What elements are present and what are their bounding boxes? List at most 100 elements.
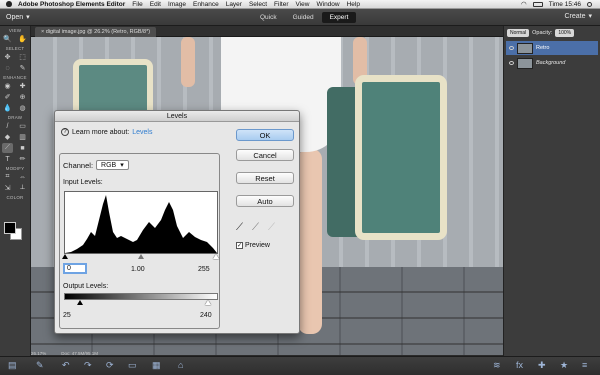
tool-options-icon[interactable]: ✎ [36,360,44,371]
recompose-tool-icon[interactable]: ⇔ [17,172,28,182]
cancel-button[interactable]: Cancel [236,149,294,161]
wifi-icon[interactable]: ◠ [521,0,527,8]
paint-bucket-tool-icon[interactable]: ◆ [2,132,13,142]
eye-icon[interactable] [509,46,514,50]
effects-icon[interactable]: fx [516,360,523,370]
gradient-tool-icon[interactable]: ▥ [17,132,28,142]
output-black-field[interactable]: 25 [63,312,71,319]
home-screen-icon[interactable]: ⌂ [178,360,183,370]
preview-option[interactable]: ✓ Preview [236,242,270,249]
input-white-slider[interactable] [213,254,219,259]
opacity-field[interactable]: 100% [555,29,575,37]
output-white-slider[interactable] [205,300,211,305]
layout-icon[interactable]: ▭ [128,360,137,371]
eyedropper-tool-icon[interactable]: ⟋ [2,143,13,153]
layer-row-background[interactable]: Background [506,56,598,70]
open-button[interactable]: Open ▾ [6,13,30,22]
preview-checkbox[interactable]: ✓ [236,242,243,249]
gray-eyedropper-icon[interactable]: ⟋ [252,222,259,233]
menu-window[interactable]: Window [316,1,339,8]
mac-menu-bar: Adobe Photoshop Elements Editor File Edi… [0,0,600,9]
tab-expert[interactable]: Expert [321,12,357,23]
apple-icon[interactable] [6,1,12,7]
output-black-slider[interactable] [77,300,83,305]
channel-row: Channel: RGB ▾ [63,160,129,170]
smart-brush-tool-icon[interactable]: ✐ [2,92,13,102]
white-eyedropper-icon[interactable]: ⟋ [268,222,275,233]
spot-healing-tool-icon[interactable]: ✚ [17,81,28,91]
menu-edit[interactable]: Edit [150,1,161,8]
menu-layer[interactable]: Layer [226,1,242,8]
sponge-tool-icon[interactable]: ◍ [17,103,28,113]
type-tool-icon[interactable]: T [2,154,13,164]
eye-icon[interactable] [509,61,514,65]
layer-thumbnail [517,42,533,54]
blur-tool-icon[interactable]: 💧 [2,103,13,113]
photo-bin-icon[interactable]: ▤ [8,360,17,371]
marquee-tool-icon[interactable]: ⬚ [17,52,28,62]
clone-stamp-tool-icon[interactable]: ⊕ [17,92,28,102]
document-tab-bar: × digital image.jpg @ 26.2% (Retro, RGB/… [31,26,503,37]
shape-tool-icon[interactable]: ■ [17,143,28,153]
input-gamma-slider[interactable] [138,254,144,259]
organizer-icon[interactable]: ▦ [152,360,161,371]
document-tab[interactable]: × digital image.jpg @ 26.2% (Retro, RGB/… [35,27,157,37]
input-black-field[interactable]: 0 [63,263,87,274]
histogram [64,191,218,254]
undo-icon[interactable]: ↶ [62,360,70,371]
input-black-slider[interactable] [62,254,68,259]
bottom-bar: ▤ ✎ ↶ ↷ ⟳ ▭ ▦ ⌂ ≋ fx ✚ ★ ≡ [0,356,600,375]
dialog-title[interactable]: Levels [55,111,299,122]
auto-button[interactable]: Auto [236,195,294,207]
layer-row-retro[interactable]: Retro [506,41,598,55]
learn-more-link[interactable]: Levels [132,129,152,136]
chevron-down-icon: ▾ [26,14,30,21]
spotlight-icon[interactable] [587,1,592,7]
menu-view[interactable]: View [296,1,310,8]
learn-more-text: Learn more about: [72,128,130,136]
brush-tool-icon[interactable]: / [2,121,13,131]
help-icon: ? [61,128,69,136]
crop-tool-icon[interactable]: ⌗ [2,172,13,182]
graphics-icon[interactable]: ✚ [538,360,546,371]
menu-select[interactable]: Select [249,1,267,8]
content-aware-move-tool-icon[interactable]: ⇲ [2,183,13,193]
zoom-tool-icon[interactable]: 🔍 [2,34,13,44]
more-icon[interactable]: ≡ [582,360,587,370]
menu-enhance[interactable]: Enhance [193,1,219,8]
reset-button[interactable]: Reset [236,172,294,184]
output-white-field[interactable]: 240 [200,312,212,319]
menu-file[interactable]: File [132,1,142,8]
straighten-tool-icon[interactable]: ⟂ [17,183,28,193]
pencil-tool-icon[interactable]: ✏ [17,154,28,164]
menu-image[interactable]: Image [168,1,186,8]
app-name-menu[interactable]: Adobe Photoshop Elements Editor [18,1,125,8]
black-eyedropper-icon[interactable]: ⟋ [236,222,243,233]
lasso-tool-icon[interactable]: ◌ [2,63,13,73]
move-tool-icon[interactable]: ✥ [2,52,13,62]
input-sliders [62,254,219,260]
quick-select-tool-icon[interactable]: ✎ [17,63,28,73]
foreground-color-swatch[interactable] [4,222,16,234]
rotate-icon[interactable]: ⟳ [106,360,114,371]
eye-tool-icon[interactable]: ◉ [2,81,13,91]
menu-filter[interactable]: Filter [274,1,288,8]
layers-icon[interactable]: ≋ [493,360,501,371]
tab-guided[interactable]: Guided [285,12,322,23]
blend-mode-select[interactable]: Normal [507,29,530,37]
input-gamma-field[interactable]: 1.00 [131,266,145,273]
channel-select[interactable]: RGB ▾ [96,160,129,170]
redo-icon[interactable]: ↷ [84,360,92,371]
battery-icon[interactable] [532,1,543,7]
create-button[interactable]: Create ▾ [564,12,592,21]
ok-button[interactable]: OK [236,129,294,141]
input-white-field[interactable]: 255 [198,266,210,273]
tab-quick[interactable]: Quick [252,12,285,23]
menu-extras: ◠ Time 15:46 [521,0,600,8]
hand-tool-icon[interactable]: ✋ [17,34,28,44]
favorites-icon[interactable]: ★ [560,360,568,371]
input-levels-label: Input Levels: [63,179,103,186]
clock[interactable]: Time 15:46 [549,1,581,8]
eraser-tool-icon[interactable]: ▭ [17,121,28,131]
menu-help[interactable]: Help [347,1,360,8]
